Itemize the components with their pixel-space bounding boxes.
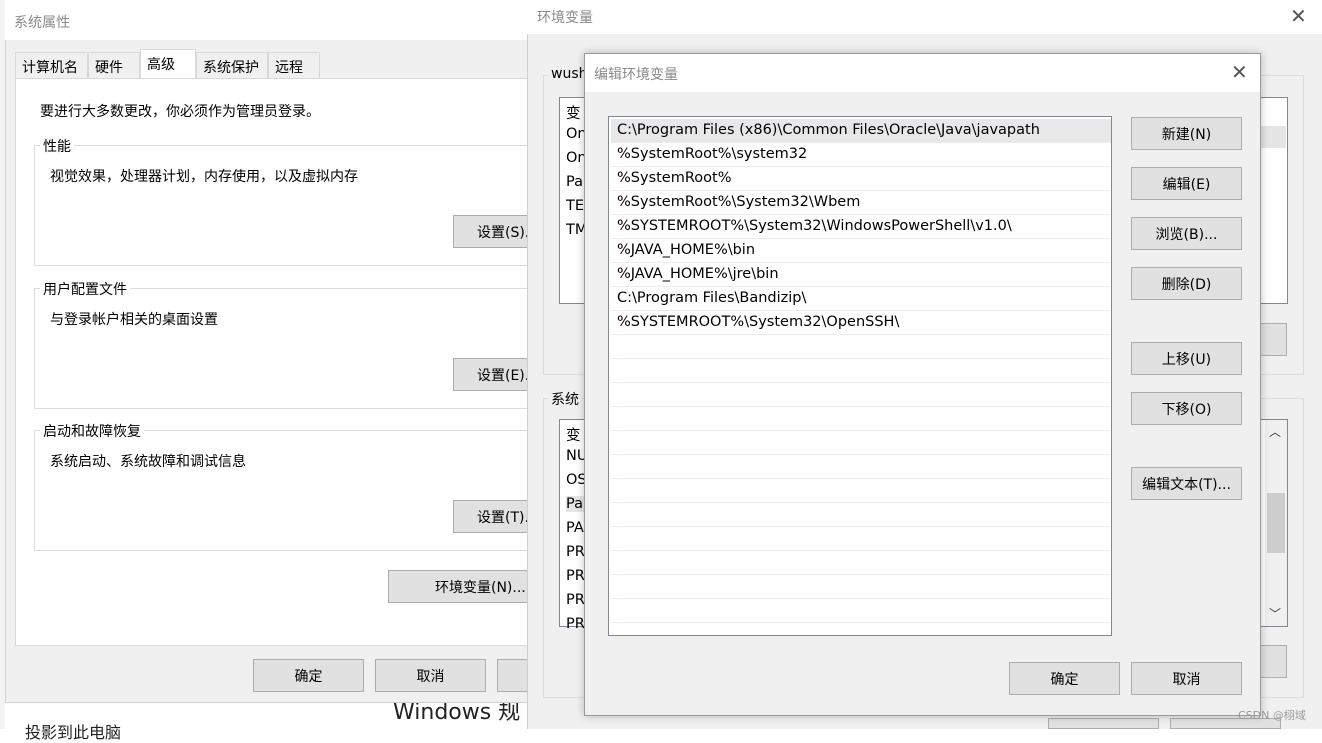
- scroll-thumb[interactable]: [1267, 493, 1285, 553]
- user-variables-selected-row: [1258, 126, 1286, 148]
- tab-system-protection[interactable]: 系统保护: [196, 52, 268, 78]
- system-variables-group-title: 系统: [548, 389, 582, 409]
- envvars-ok-button[interactable]: [1048, 718, 1159, 729]
- path-list-empty-row[interactable]: [611, 455, 1111, 479]
- path-list-empty-row[interactable]: [611, 527, 1111, 551]
- path-list-empty-row[interactable]: [611, 479, 1111, 503]
- tab-remote[interactable]: 远程: [268, 52, 320, 78]
- path-list: C:\Program Files (x86)\Common Files\Orac…: [608, 116, 1112, 636]
- path-list-item[interactable]: %JAVA_HOME%\jre\bin: [611, 263, 1111, 287]
- path-list-item[interactable]: %SystemRoot%: [611, 167, 1111, 191]
- performance-group-title: 性能: [40, 136, 74, 156]
- edit-button[interactable]: 编辑(E): [1131, 167, 1242, 200]
- edit-dialog-cancel-button[interactable]: 取消: [1131, 662, 1242, 695]
- user-profiles-desc: 与登录帐户相关的桌面设置: [50, 312, 218, 328]
- tab-advanced[interactable]: 高级: [140, 49, 196, 79]
- path-list-empty-row[interactable]: [611, 407, 1111, 431]
- environment-variables-close-icon[interactable]: ✕: [1290, 6, 1307, 26]
- path-list-empty-row[interactable]: [611, 359, 1111, 383]
- startup-recovery-group-title: 启动和故障恢复: [40, 421, 144, 441]
- tab-hardware[interactable]: 硬件: [88, 52, 140, 78]
- environment-variables-title: 环境变量: [537, 10, 593, 26]
- path-list-item[interactable]: C:\Program Files (x86)\Common Files\Orac…: [611, 119, 1111, 143]
- new-button[interactable]: 新建(N): [1131, 117, 1242, 150]
- path-list-item[interactable]: %SystemRoot%\System32\Wbem: [611, 191, 1111, 215]
- performance-desc: 视觉效果，处理器计划，内存使用，以及虚拟内存: [50, 169, 358, 185]
- tab-computer-name[interactable]: 计算机名: [15, 52, 88, 78]
- system-properties-title: 系统属性: [14, 15, 70, 31]
- path-list-rows: C:\Program Files (x86)\Common Files\Orac…: [611, 119, 1111, 623]
- edit-environment-variable-title: 编辑环境变量: [594, 67, 678, 83]
- user-profiles-group-title: 用户配置文件: [40, 279, 130, 299]
- path-list-item[interactable]: %SYSTEMROOT%\System32\OpenSSH\: [611, 311, 1111, 335]
- startup-recovery-desc: 系统启动、系统故障和调试信息: [50, 454, 246, 470]
- user-variables-delete-button[interactable]: [1258, 323, 1287, 356]
- path-list-empty-row[interactable]: [611, 599, 1111, 623]
- path-list-empty-row[interactable]: [611, 383, 1111, 407]
- environment-variables-button[interactable]: 环境变量(N)...: [388, 570, 548, 603]
- path-list-empty-row[interactable]: [611, 335, 1111, 359]
- edit-text-button[interactable]: 编辑文本(T)...: [1131, 467, 1242, 500]
- path-list-item[interactable]: %SYSTEMROOT%\System32\WindowsPowerShell\…: [611, 215, 1111, 239]
- path-list-empty-row[interactable]: [611, 551, 1111, 575]
- edit-environment-variable-titlebar: [585, 54, 1260, 92]
- edit-dialog-ok-button[interactable]: 确定: [1009, 662, 1120, 695]
- path-list-empty-row[interactable]: [611, 575, 1111, 599]
- path-list-empty-row[interactable]: [611, 503, 1111, 527]
- move-up-button[interactable]: 上移(U): [1131, 342, 1242, 375]
- background-bottom-left-text: 投影到此电脑: [25, 723, 122, 742]
- scroll-down-icon[interactable]: ﹀: [1269, 605, 1281, 622]
- path-list-item[interactable]: %JAVA_HOME%\bin: [611, 239, 1111, 263]
- edit-environment-variable-close-icon[interactable]: ✕: [1231, 62, 1248, 82]
- sysprops-cancel-button[interactable]: 取消: [375, 659, 486, 692]
- move-down-button[interactable]: 下移(O): [1131, 392, 1242, 425]
- path-list-item[interactable]: %SystemRoot%\system32: [611, 143, 1111, 167]
- watermark: CSDN @栩域: [1238, 709, 1306, 722]
- system-variables-delete-button[interactable]: [1258, 645, 1287, 678]
- system-properties-titlebar: [5, 0, 535, 40]
- scroll-up-icon[interactable]: ︿: [1269, 423, 1281, 440]
- path-list-item[interactable]: C:\Program Files\Bandizip\: [611, 287, 1111, 311]
- environment-variables-titlebar: [527, 0, 1322, 34]
- path-list-empty-row[interactable]: [611, 431, 1111, 455]
- sysprops-ok-button[interactable]: 确定: [253, 659, 364, 692]
- delete-button[interactable]: 删除(D): [1131, 267, 1242, 300]
- browse-button[interactable]: 浏览(B)...: [1131, 217, 1242, 250]
- admin-note: 要进行大多数更改，你必须作为管理员登录。: [40, 104, 320, 120]
